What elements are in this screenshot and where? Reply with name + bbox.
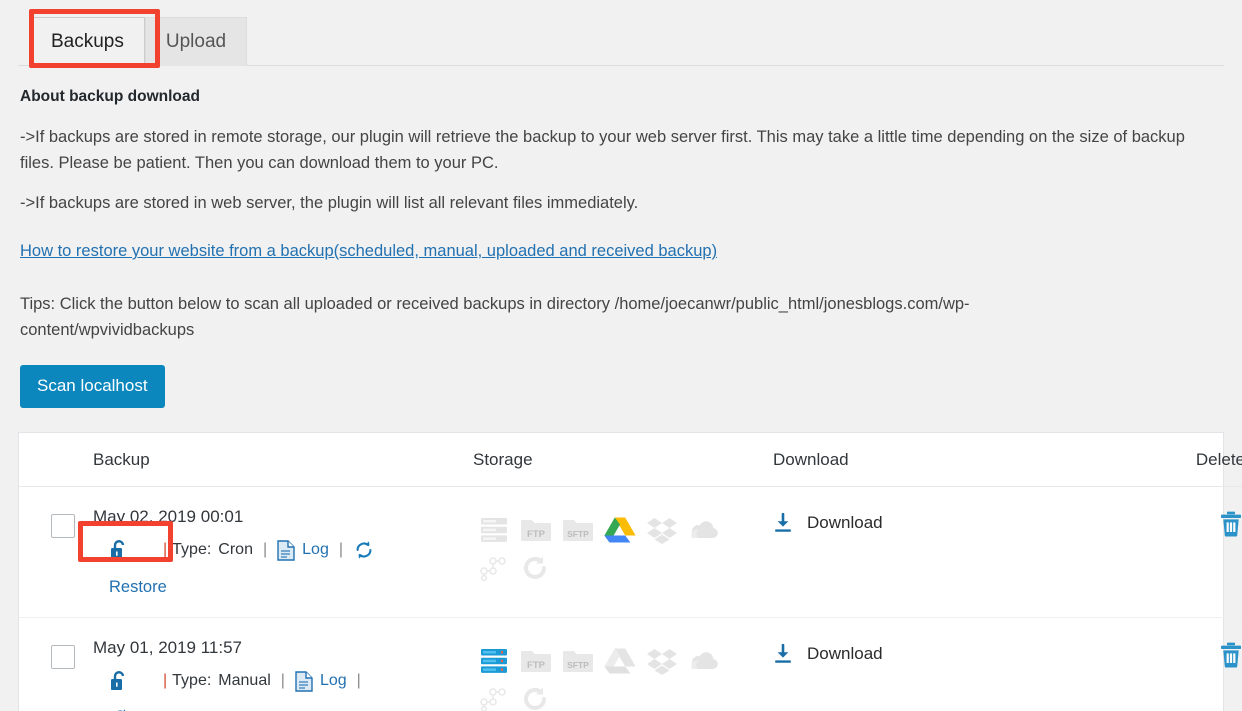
header-backup: Backup	[93, 433, 473, 487]
row-1-download-cell: Download	[773, 618, 1113, 711]
table-body: May 02, 2019 00:01 | Type: Cron | Log | …	[19, 486, 1242, 711]
row-0-download-button[interactable]: Download	[773, 513, 883, 533]
page-root: Backups Upload About backup download ->I…	[0, 0, 1242, 711]
onedrive-icon	[683, 511, 725, 549]
row-1-separator-1: |	[163, 672, 168, 689]
s3-network-icon	[473, 549, 515, 587]
row-0-download-label: Download	[807, 513, 883, 532]
row-1-separator-2: |	[280, 672, 285, 689]
row-0-restore-icon[interactable]	[353, 539, 375, 561]
sftp-icon: SFTP	[557, 642, 599, 680]
tab-upload[interactable]: Upload	[144, 17, 248, 66]
s3-network-icon	[473, 680, 515, 711]
tab-upload-label: Upload	[165, 31, 227, 52]
server-icon	[473, 642, 515, 680]
row-0-separator-2: |	[262, 541, 268, 558]
row-1-meta: | Type: Manual | Log |	[93, 668, 473, 694]
row-1-download-button[interactable]: Download	[773, 644, 883, 664]
table-row: May 01, 2019 11:57 | Type: Manual | Log …	[19, 618, 1242, 711]
row-0-backup-cell: May 02, 2019 00:01 | Type: Cron | Log | …	[93, 486, 473, 618]
server-icon	[473, 511, 515, 549]
row-1-storage-icons: FTP SFTP	[473, 642, 725, 711]
header-storage: Storage	[473, 433, 773, 487]
header-select	[19, 433, 93, 487]
row-1-backup-cell: May 01, 2019 11:57 | Type: Manual | Log …	[93, 618, 473, 711]
row-0-separator-3: |	[338, 541, 343, 558]
table-row: May 02, 2019 00:01 | Type: Cron | Log | …	[19, 486, 1242, 618]
onedrive-icon	[683, 642, 725, 680]
backups-table: Backup Storage Download Delete May 02, 2…	[19, 433, 1242, 711]
row-1-storage-cell: FTP SFTP	[473, 618, 773, 711]
backups-table-container: Backup Storage Download Delete May 02, 2…	[18, 432, 1242, 711]
download-icon	[773, 513, 793, 533]
row-0-storage-cell: FTP SFTP	[473, 486, 773, 618]
download-icon	[773, 644, 793, 664]
header-download: Download	[773, 433, 1113, 487]
trash-icon	[1219, 511, 1242, 537]
log-file-icon[interactable]	[277, 539, 295, 561]
svg-text:SFTP: SFTP	[567, 660, 589, 670]
dropbox-icon	[641, 511, 683, 549]
scan-localhost-button[interactable]: Scan localhost	[20, 365, 165, 408]
row-1-download-label: Download	[807, 644, 883, 663]
row-0-type-value: Cron	[218, 541, 253, 558]
row-1-delete-button[interactable]	[1219, 642, 1242, 668]
row-0-restore[interactable]: Restore	[93, 573, 473, 601]
row-1-date: May 01, 2019 11:57	[93, 638, 243, 657]
svg-text:FTP: FTP	[527, 529, 546, 540]
tab-backups[interactable]: Backups	[30, 17, 145, 66]
about-section: About backup download ->If backups are s…	[0, 88, 1242, 408]
ftp-icon: FTP	[515, 511, 557, 549]
tips-text: Tips: Click the button below to scan all…	[20, 295, 970, 339]
row-0-restore-label: Restore	[109, 577, 167, 596]
row-0-date: May 02, 2019 00:01	[93, 507, 244, 526]
amazon-s3-icon	[515, 680, 557, 711]
unlock-icon[interactable]	[109, 670, 129, 692]
row-0-checkbox[interactable]	[51, 514, 75, 538]
table-header: Backup Storage Download Delete	[19, 433, 1242, 487]
row-1-log-link[interactable]: Log	[320, 672, 347, 690]
row-0-select-cell	[19, 486, 93, 618]
svg-text:SFTP: SFTP	[567, 529, 589, 539]
row-1-type-value: Manual	[218, 672, 271, 689]
row-1-restore-icon	[109, 707, 131, 711]
row-1-separator-3: |	[356, 672, 361, 689]
google-drive-icon	[599, 642, 641, 680]
header-delete: Delete	[1113, 433, 1242, 487]
log-file-icon[interactable]	[295, 670, 313, 692]
about-paragraph-2: ->If backups are stored in web server, t…	[20, 194, 639, 212]
about-title: About backup download	[20, 88, 200, 105]
sftp-icon: SFTP	[557, 511, 599, 549]
tab-bar: Backups Upload	[0, 0, 1242, 66]
dropbox-icon	[641, 642, 683, 680]
row-0-log-link[interactable]: Log	[302, 541, 329, 559]
unlock-icon[interactable]	[109, 539, 129, 561]
row-1-restore[interactable]: Restore	[93, 704, 473, 711]
row-0-meta: | Type: Cron | Log |	[93, 537, 473, 563]
amazon-s3-icon	[515, 549, 557, 587]
svg-text:FTP: FTP	[527, 660, 546, 671]
row-0-storage-icons: FTP SFTP	[473, 511, 725, 587]
about-paragraph-1: ->If backups are stored in remote storag…	[20, 128, 1185, 172]
google-drive-icon	[599, 511, 641, 549]
row-0-type-label: Type:	[172, 541, 212, 558]
ftp-icon: FTP	[515, 642, 557, 680]
row-1-checkbox[interactable]	[51, 645, 75, 669]
row-0-delete-cell	[1113, 486, 1242, 618]
row-1-delete-cell	[1113, 618, 1242, 711]
tab-backups-label: Backups	[51, 30, 124, 52]
row-0-delete-button[interactable]	[1219, 511, 1242, 537]
row-1-type-label: Type:	[172, 672, 212, 689]
how-to-restore-link[interactable]: How to restore your website from a backu…	[20, 242, 717, 261]
row-0-download-cell: Download	[773, 486, 1113, 618]
row-1-select-cell	[19, 618, 93, 711]
trash-icon	[1219, 642, 1242, 668]
row-0-separator-1: |	[163, 541, 168, 558]
